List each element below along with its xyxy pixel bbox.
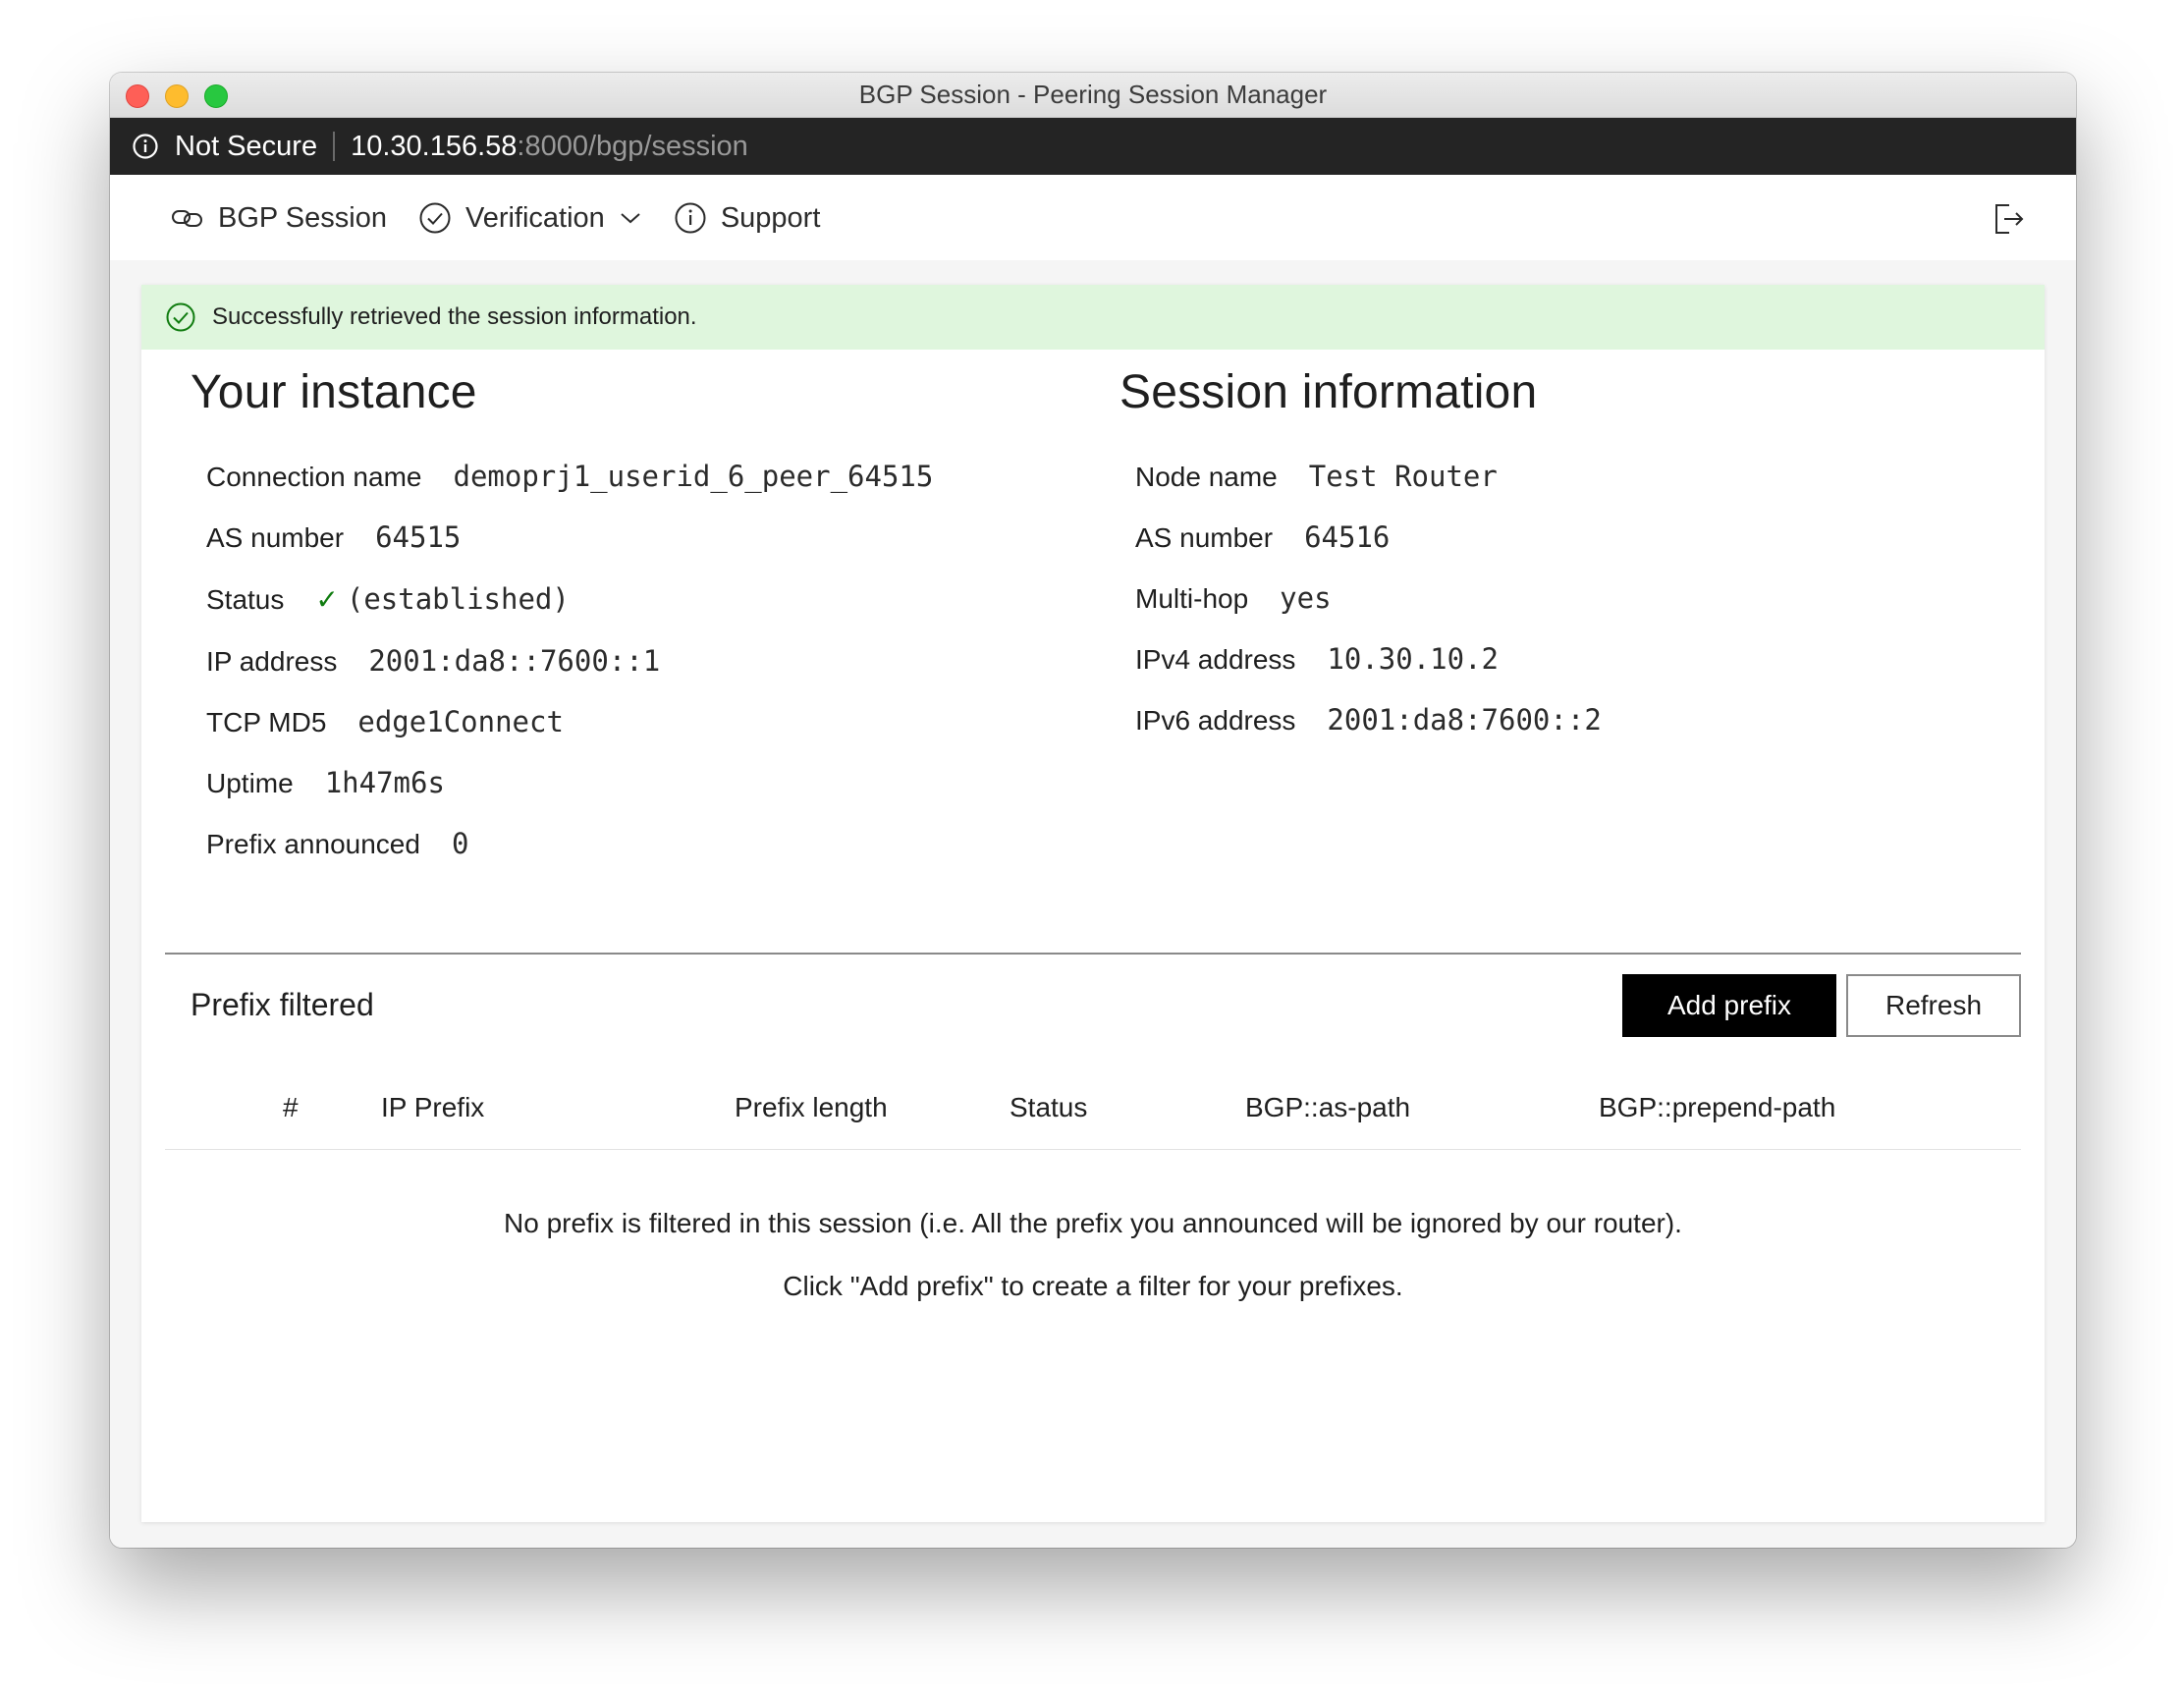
field-value: 10.30.10.2 (1327, 642, 1500, 676)
column-header-index[interactable]: # (283, 1092, 299, 1123)
address-bar[interactable]: Not Secure 10.30.156.58:8000/bgp/session (110, 118, 2076, 175)
check-circle-icon (166, 302, 195, 332)
field-label: Uptime (206, 768, 294, 798)
check-icon: ✓ (315, 583, 339, 616)
field-value: 64515 (375, 520, 462, 554)
field-label: Prefix announced (206, 829, 420, 859)
url-path[interactable]: :8000/bgp/session (517, 131, 747, 163)
url-separator (333, 132, 336, 161)
field-value: edge1Connect (357, 705, 564, 738)
field-label: AS number (206, 522, 345, 553)
field-connection-name: Connection name demoprj1_userid_6_peer_6… (206, 460, 933, 493)
refresh-button[interactable]: Refresh (1846, 974, 2021, 1037)
field-node-name: Node name Test Router (1135, 460, 1498, 493)
nav-label: Support (720, 201, 821, 234)
field-as-number: AS number 64515 (206, 520, 461, 554)
field-label: IP address (206, 646, 338, 677)
session-title: Session information (1119, 366, 1538, 418)
nav-label: BGP Session (218, 201, 387, 234)
info-icon[interactable] (132, 133, 159, 160)
prefix-filtered-title: Prefix filtered (191, 987, 374, 1022)
field-label: TCP MD5 (206, 707, 327, 737)
field-label: IPv4 address (1135, 644, 1296, 675)
field-value: (established) (346, 582, 570, 616)
field-label: AS number (1135, 522, 1274, 553)
field-status: Status ✓ (established) (206, 582, 570, 616)
column-header-prefix-length[interactable]: Prefix length (735, 1092, 888, 1123)
info-circle-icon (675, 202, 706, 234)
field-value: 0 (451, 827, 469, 860)
sign-out-icon[interactable] (1992, 202, 2025, 236)
field-ipv6-address: IPv6 address 2001:da8:7600::2 (1135, 703, 1602, 737)
nav-item-verification[interactable]: Verification (418, 201, 642, 235)
field-value: demoprj1_userid_6_peer_64515 (453, 460, 934, 493)
column-header-as-path[interactable]: BGP::as-path (1245, 1092, 1410, 1123)
security-label[interactable]: Not Secure (175, 131, 317, 163)
field-ipv4-address: IPv4 address 10.30.10.2 (1135, 642, 1499, 676)
field-as-number: AS number 64516 (1135, 520, 1390, 554)
add-prefix-button[interactable]: Add prefix (1622, 974, 1836, 1037)
instance-title: Your instance (191, 366, 477, 418)
field-uptime: Uptime 1h47m6s (206, 766, 445, 799)
field-value: yes (1280, 581, 1332, 615)
field-multi-hop: Multi-hop yes (1135, 581, 1332, 615)
column-header-prepend-path[interactable]: BGP::prepend-path (1599, 1092, 1835, 1123)
session-card: Successfully retrieved the session infor… (141, 285, 2045, 1522)
field-value: 64516 (1304, 520, 1391, 554)
title-bar: BGP Session - Peering Session Manager (110, 73, 2076, 118)
top-navigation: BGP Session Verification Support (110, 175, 2076, 261)
prefix-table-header: # IP Prefix Prefix length Status BGP::as… (165, 1084, 2021, 1150)
nav-label: Verification (464, 201, 605, 234)
field-label: Connection name (206, 462, 422, 492)
field-prefix-announced: Prefix announced 0 (206, 827, 468, 860)
field-ip-address: IP address 2001:da8::7600::1 (206, 644, 660, 678)
empty-state-hint: Click "Add prefix" to create a filter fo… (783, 1271, 1403, 1301)
link-icon (172, 210, 202, 227)
success-alert: Successfully retrieved the session infor… (141, 285, 2045, 350)
field-label: Multi-hop (1135, 583, 1249, 614)
field-tcp-md5: TCP MD5 edge1Connect (206, 705, 564, 738)
field-label: IPv6 address (1135, 705, 1296, 736)
empty-state-message: No prefix is filtered in this session (i… (504, 1208, 1682, 1238)
alert-message: Successfully retrieved the session infor… (212, 303, 697, 330)
section-divider (165, 953, 2021, 955)
chevron-down-icon[interactable] (619, 210, 642, 226)
field-value: 2001:da8:7600::2 (1327, 703, 1602, 737)
browser-window: BGP Session - Peering Session Manager No… (110, 73, 2076, 1548)
column-header-status[interactable]: Status (1010, 1092, 1087, 1123)
field-value: Test Router (1308, 460, 1498, 493)
field-value: 1h47m6s (324, 766, 445, 799)
check-circle-icon (419, 202, 451, 234)
window-title: BGP Session - Peering Session Manager (858, 80, 1328, 109)
field-label: Node name (1135, 462, 1278, 492)
url-host[interactable]: 10.30.156.58 (351, 131, 517, 163)
field-label: Status (206, 584, 285, 615)
field-value: 2001:da8::7600::1 (368, 644, 661, 678)
column-header-ip-prefix[interactable]: IP Prefix (381, 1092, 484, 1123)
nav-item-support[interactable]: Support (674, 201, 821, 235)
nav-item-bgp-session[interactable]: BGP Session (171, 202, 387, 235)
